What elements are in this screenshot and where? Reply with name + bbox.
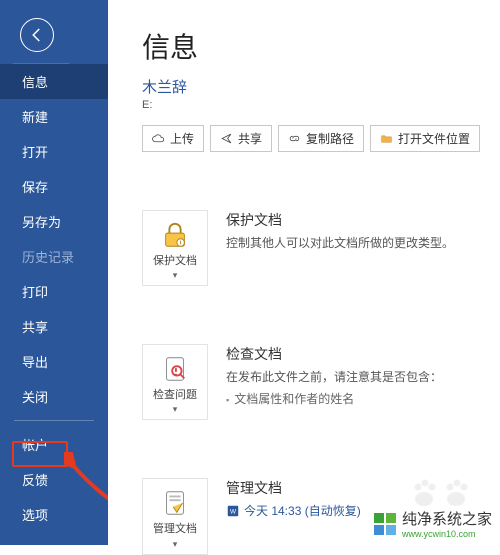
watermark: 纯净系统之家 www.ycwin10.com <box>374 508 492 539</box>
protect-tile-label: 保护文档 <box>153 255 197 268</box>
chevron-down-icon: ▾ <box>173 539 178 550</box>
back-button[interactable] <box>20 18 54 52</box>
manage-doc-icon <box>159 487 191 519</box>
copy-path-button[interactable]: 复制路径 <box>278 125 364 152</box>
link-icon <box>288 132 301 145</box>
share-button[interactable]: 共享 <box>210 125 272 152</box>
inspect-icon <box>159 353 191 385</box>
sidebar-item-new[interactable]: 新建 <box>0 99 108 134</box>
document-title[interactable]: 木兰辞 <box>142 76 500 97</box>
share-icon <box>220 132 233 145</box>
open-location-label: 打开文件位置 <box>398 130 470 147</box>
protect-title: 保护文档 <box>226 210 454 230</box>
sidebar-item-save[interactable]: 保存 <box>0 169 108 204</box>
sidebar-item-export[interactable]: 导出 <box>0 344 108 379</box>
sidebar-item-share[interactable]: 共享 <box>0 309 108 344</box>
action-buttons-row: 上传 共享 复制路径 打开文件位置 <box>142 125 500 152</box>
watermark-url: www.ycwin10.com <box>402 529 492 539</box>
cloud-upload-icon <box>152 132 165 145</box>
document-path: E: <box>142 99 500 111</box>
open-location-button[interactable]: 打开文件位置 <box>370 125 480 152</box>
upload-button[interactable]: 上传 <box>142 125 204 152</box>
folder-icon <box>380 132 393 145</box>
chevron-down-icon: ▾ <box>173 270 178 281</box>
arrow-left-icon <box>28 26 46 44</box>
manage-tile-label: 管理文档 <box>153 523 197 536</box>
sidebar-item-close[interactable]: 关闭 <box>0 379 108 414</box>
lock-icon <box>159 219 191 251</box>
main-content: 信息 木兰辞 E: 上传 共享 复制路径 打开文件位置 保护文档 ▾ 保护 <box>108 0 500 545</box>
protect-document-tile[interactable]: 保护文档 ▾ <box>142 210 208 286</box>
watermark-logo <box>374 513 396 535</box>
chevron-down-icon: ▾ <box>173 404 178 415</box>
inspect-document-tile[interactable]: 检查问题 ▾ <box>142 344 208 420</box>
protect-desc: 控制其他人可以对此文档所做的更改类型。 <box>226 234 454 252</box>
sidebar-item-open[interactable]: 打开 <box>0 134 108 169</box>
autorecover-label: 今天 14:33 (自动恢复) <box>244 502 361 519</box>
protect-document-section: 保护文档 ▾ 保护文档 控制其他人可以对此文档所做的更改类型。 <box>142 210 500 286</box>
inspect-title: 检查文档 <box>226 344 442 364</box>
manage-document-tile[interactable]: 管理文档 ▾ <box>142 478 208 554</box>
upload-label: 上传 <box>170 130 194 147</box>
inspect-tile-label: 检查问题 <box>153 389 197 402</box>
page-title: 信息 <box>142 26 500 66</box>
autorecover-entry[interactable]: W 今天 14:33 (自动恢复) <box>226 502 361 519</box>
share-label: 共享 <box>238 130 262 147</box>
inspect-desc: 在发布此文件之前，请注意其是否包含： <box>226 368 442 386</box>
svg-text:W: W <box>230 508 237 515</box>
manage-title: 管理文档 <box>226 478 361 498</box>
backstage-sidebar: 信息 新建 打开 保存 另存为 历史记录 打印 共享 导出 关闭 帐户 反馈 选… <box>0 0 108 545</box>
sidebar-item-history: 历史记录 <box>0 239 108 274</box>
sidebar-item-print[interactable]: 打印 <box>0 274 108 309</box>
inspect-sub: 文档属性和作者的姓名 <box>226 390 442 407</box>
sidebar-item-account[interactable]: 帐户 <box>0 427 108 462</box>
sidebar-item-feedback[interactable]: 反馈 <box>0 462 108 497</box>
inspect-document-section: 检查问题 ▾ 检查文档 在发布此文件之前，请注意其是否包含： 文档属性和作者的姓… <box>142 344 500 420</box>
sidebar-item-options[interactable]: 选项 <box>0 497 108 532</box>
watermark-text: 纯净系统之家 <box>402 508 492 529</box>
sidebar-item-info[interactable]: 信息 <box>0 64 108 99</box>
word-doc-icon: W <box>226 504 240 518</box>
sidebar-separator <box>14 420 94 421</box>
copy-path-label: 复制路径 <box>306 130 354 147</box>
sidebar-item-saveas[interactable]: 另存为 <box>0 204 108 239</box>
